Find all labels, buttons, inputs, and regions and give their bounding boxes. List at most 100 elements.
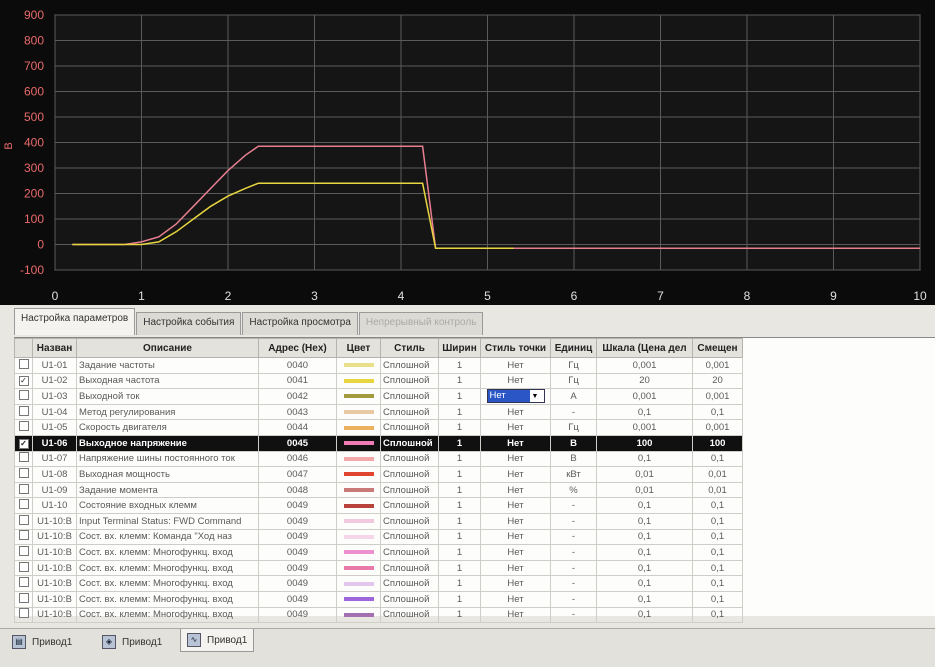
cell-scale[interactable]: 0,1 (596, 497, 693, 514)
cell-scale[interactable]: 0,1 (596, 590, 693, 608)
row-checkbox[interactable] (18, 608, 29, 619)
cell-unit[interactable]: Гц (550, 372, 597, 390)
cell-address[interactable]: 0048 (258, 481, 337, 499)
taskbar-item-drive-params[interactable]: ▤ Привод1 (6, 633, 78, 651)
chevron-down-icon[interactable]: ▼ (530, 393, 539, 400)
cell-width[interactable]: 1 (438, 575, 481, 592)
cell-offset[interactable]: 0,1 (692, 403, 743, 421)
cell-unit[interactable]: - (550, 528, 597, 546)
cell-scale[interactable]: 20 (596, 372, 693, 390)
cell-point-style[interactable]: Нет (480, 512, 551, 530)
cell-width[interactable]: 1 (438, 388, 481, 405)
cell-description[interactable]: Задание частоты (76, 357, 259, 374)
cell-description[interactable]: Сост. вх. клемм: Многофункц. вход (76, 559, 259, 577)
col-header-address[interactable]: Адрес (Hex) (258, 338, 337, 358)
table-row[interactable]: U1-09 Задание момента 0048 Сплошной 1 Нет% 0,0… (14, 481, 743, 499)
cell-name[interactable]: U1-10:B (32, 559, 77, 577)
cell-address[interactable]: 0049 (258, 544, 337, 561)
cell-unit[interactable]: - (550, 575, 597, 592)
cell-name[interactable]: U1-10:B (32, 528, 77, 546)
row-checkbox[interactable] (18, 452, 29, 463)
cell-width[interactable]: 1 (438, 372, 481, 390)
cell-description[interactable]: Задание момента (76, 481, 259, 499)
row-checkbox[interactable] (18, 483, 29, 494)
cell-style[interactable]: Сплошной (380, 528, 439, 546)
cell-address[interactable]: 0045 (258, 434, 337, 452)
cell-width[interactable]: 1 (438, 512, 481, 530)
cell-scale[interactable]: 0,1 (596, 512, 693, 530)
col-header-unit[interactable]: Единиц (550, 338, 597, 358)
table-row[interactable]: U1-10:B Сост. вх. клемм: Многофункц. вход… (14, 575, 743, 592)
col-header-offset[interactable]: Смещен (692, 338, 743, 358)
table-row[interactable]: U1-01 Задание частоты 0040 Сплошной 1 Нет Гц 0,… (14, 357, 743, 374)
table-row[interactable]: U1-04 Метод регулирования 0043 Сплошной 1 Нет… (14, 403, 743, 421)
cell-scale[interactable]: 0,1 (596, 559, 693, 577)
cell-unit[interactable]: - (550, 497, 597, 514)
cell-name[interactable]: U1-10:B (32, 544, 77, 561)
cell-unit[interactable]: - (550, 606, 597, 624)
cell-description[interactable]: Метод регулирования (76, 403, 259, 421)
cell-address[interactable]: 0042 (258, 388, 337, 405)
col-header-style[interactable]: Стиль (380, 338, 439, 358)
cell-description[interactable]: Скорость двигателя (76, 419, 259, 436)
cell-unit[interactable]: Гц (550, 419, 597, 436)
cell-style[interactable]: Сплошной (380, 590, 439, 608)
cell-unit[interactable]: % (550, 481, 597, 499)
row-checkbox[interactable]: ✓ (18, 438, 29, 449)
cell-name[interactable]: U1-03 (32, 388, 77, 405)
cell-width[interactable]: 1 (438, 481, 481, 499)
cell-color[interactable] (336, 388, 381, 405)
cell-point-style[interactable]: Нет (480, 450, 551, 468)
cell-point-style[interactable]: Нет (480, 497, 551, 514)
cell-unit[interactable]: А (550, 388, 597, 405)
cell-address[interactable]: 0049 (258, 606, 337, 624)
cell-offset[interactable]: 0,001 (692, 388, 743, 405)
cell-name[interactable]: U1-10 (32, 497, 77, 514)
row-checkbox[interactable]: ✓ (18, 376, 29, 387)
cell-color[interactable] (336, 403, 381, 421)
cell-width[interactable]: 1 (438, 357, 481, 374)
cell-description[interactable]: Выходная мощность (76, 466, 259, 483)
cell-address[interactable]: 0044 (258, 419, 337, 436)
cell-style[interactable]: Сплошной (380, 606, 439, 624)
cell-description[interactable]: Сост. вх. клемм: Многофункц. вход (76, 606, 259, 624)
taskbar-item-drive-monitor[interactable]: ◈ Привод1 (96, 633, 168, 651)
table-row[interactable]: U1-10:B Сост. вх. клемм: Многофункц. вход… (14, 559, 743, 577)
table-row[interactable]: ✓ U1-06 Выходное напряжение 0045 Сплошной 1 Не… (14, 434, 743, 452)
cell-offset[interactable]: 0,001 (692, 357, 743, 374)
cell-width[interactable]: 1 (438, 419, 481, 436)
table-row[interactable]: U1-05 Скорость двигателя 0044 Сплошной 1 Нет Г… (14, 419, 743, 436)
cell-description[interactable]: Выходная частота (76, 372, 259, 390)
cell-offset[interactable]: 0,1 (692, 559, 743, 577)
table-row[interactable]: U1-03 Выходной ток 0042 Сплошной 1 Нет ▼ А 0,001… (14, 388, 743, 405)
row-checkbox[interactable] (18, 467, 29, 478)
cell-unit[interactable]: кВт (550, 466, 597, 483)
cell-width[interactable]: 1 (438, 497, 481, 514)
cell-description[interactable]: Сост. вх. клемм: Команда "Ход наз (76, 528, 259, 546)
cell-style[interactable]: Сплошной (380, 450, 439, 468)
cell-width[interactable]: 1 (438, 544, 481, 561)
row-checkbox[interactable] (18, 530, 29, 541)
cell-unit[interactable]: - (550, 544, 597, 561)
cell-name[interactable]: U1-10:B (32, 575, 77, 592)
cell-width[interactable]: 1 (438, 528, 481, 546)
cell-style[interactable]: Сплошной (380, 497, 439, 514)
cell-description[interactable]: Сост. вх. клемм: Многофункц. вход (76, 544, 259, 561)
cell-offset[interactable]: 0,01 (692, 466, 743, 483)
cell-style[interactable]: Сплошной (380, 559, 439, 577)
cell-style[interactable]: Сплошной (380, 357, 439, 374)
cell-width[interactable]: 1 (438, 434, 481, 452)
cell-scale[interactable]: 0,01 (596, 466, 693, 483)
cell-scale[interactable]: 0,1 (596, 528, 693, 546)
point-style-dropdown[interactable]: Нет ▼ (486, 389, 545, 404)
cell-scale[interactable]: 100 (596, 434, 693, 452)
cell-width[interactable]: 1 (438, 450, 481, 468)
cell-offset[interactable]: 0,001 (692, 419, 743, 436)
col-header-width[interactable]: Ширин (438, 338, 481, 358)
cell-point-style[interactable]: Нет ▼ (480, 388, 551, 405)
row-checkbox[interactable] (18, 514, 29, 525)
cell-color[interactable] (336, 528, 381, 546)
cell-width[interactable]: 1 (438, 590, 481, 608)
cell-offset[interactable]: 0,1 (692, 512, 743, 530)
col-header-description[interactable]: Описание (76, 338, 259, 358)
